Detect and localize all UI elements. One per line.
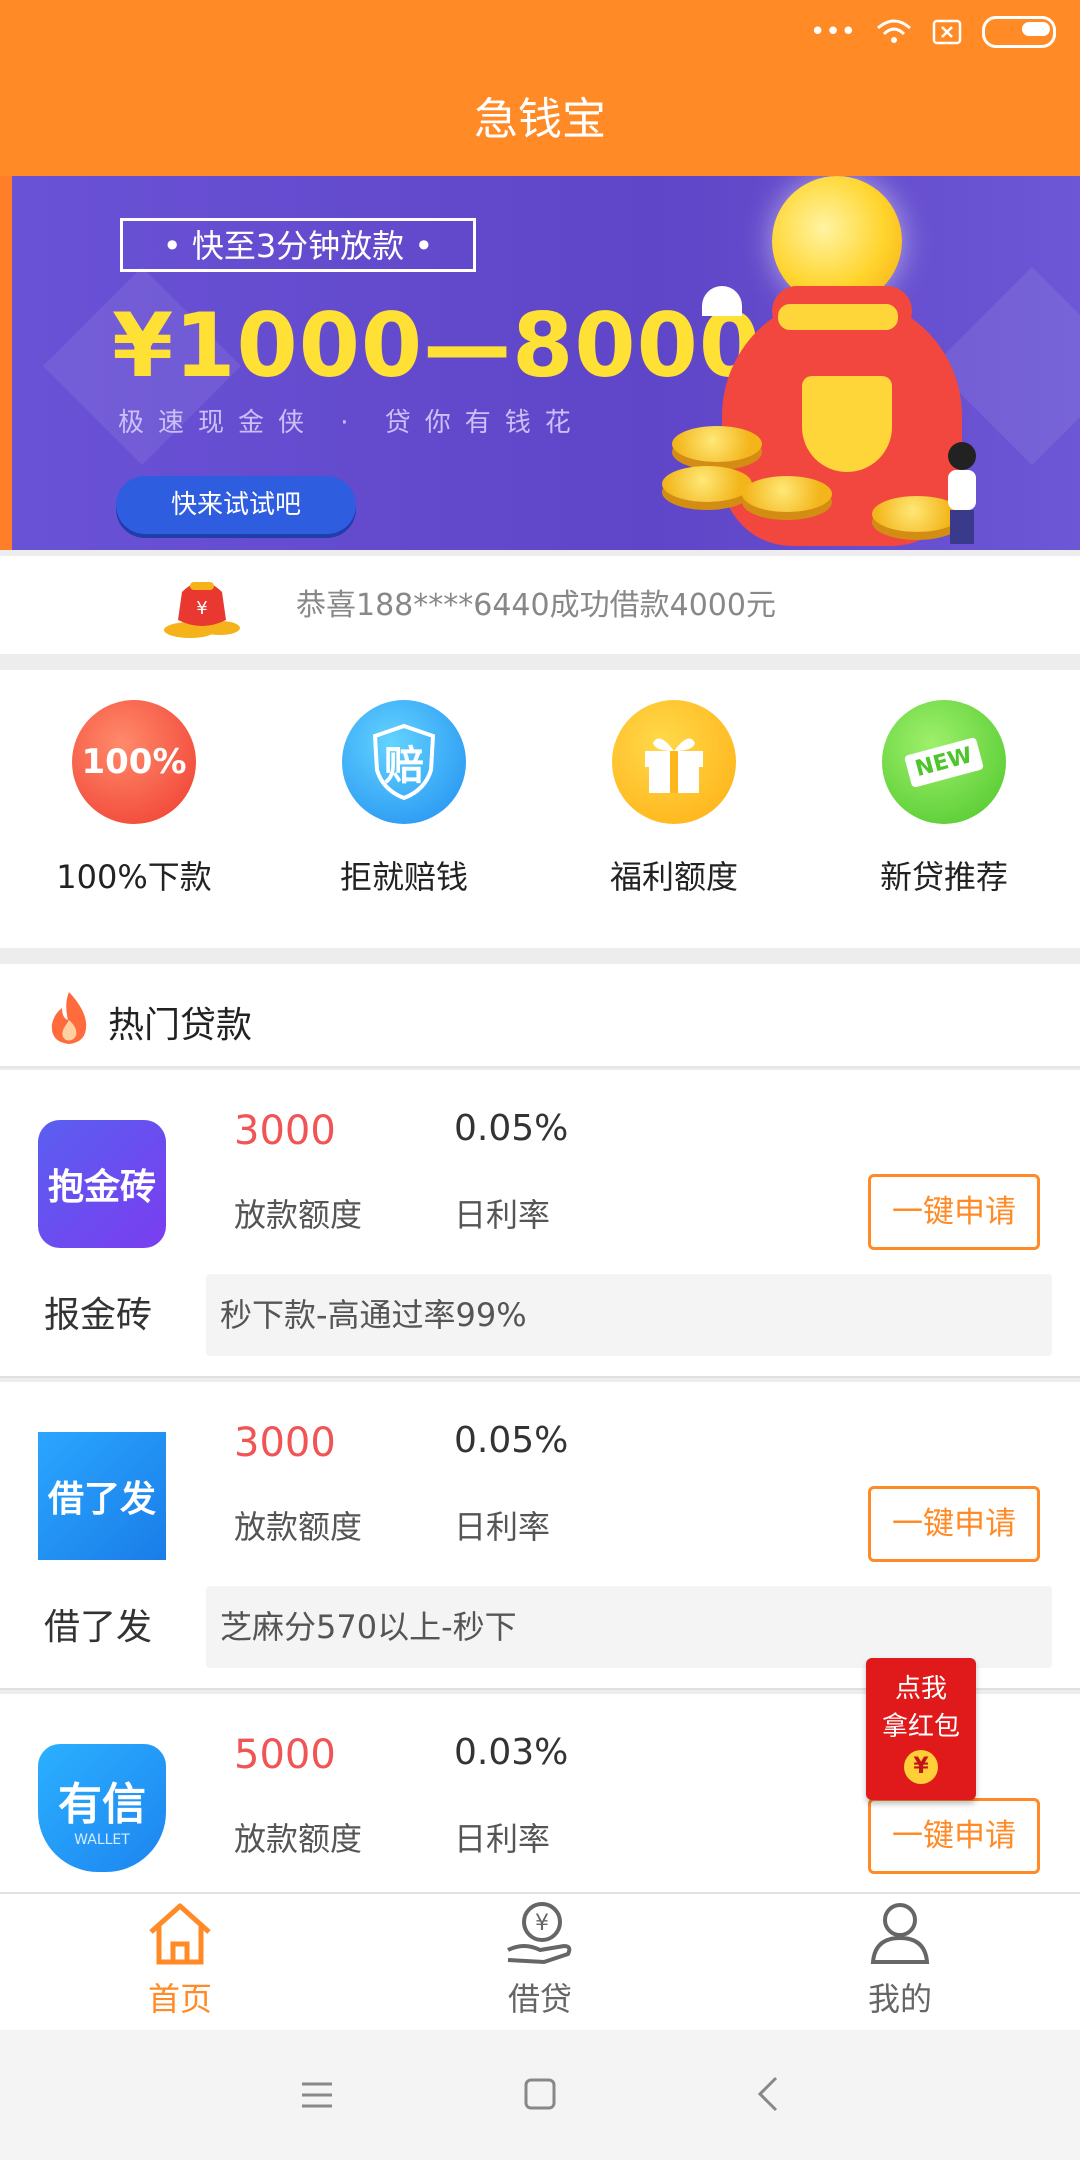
person-illustration [948,442,976,544]
coin-stack [672,426,762,462]
wifi-icon [877,19,911,43]
percent-icon: 100% [72,700,196,824]
gift-icon [612,700,736,824]
feature-compensation[interactable]: 赔 拒就赔钱 [304,700,504,898]
loan-amount: 3000 [234,1420,336,1466]
loan-rate: 0.05% [454,1420,569,1461]
status-bar: ••• [810,10,1056,54]
feature-100-percent[interactable]: 100% 100%下款 [34,700,234,898]
loan-description: 芝麻分570以上-秒下 [206,1586,1052,1668]
battery-icon [982,16,1056,48]
home-icon [149,1903,211,1965]
back-icon[interactable] [756,2076,780,2112]
loan-amount-label: 放款额度 [234,1820,363,1858]
loan-amount-label: 放款额度 [234,1196,363,1234]
loan-icon: ¥ [507,1902,572,1965]
loan-name: 报金砖 [44,1295,153,1336]
banner-image[interactable]: • 快至3分钟放款 • ¥1000—8000 极速现金侠 · 贷你有钱花 快来试… [12,176,1080,550]
nav-mine[interactable]: 我的 [800,1900,1000,2020]
coin-stack [662,466,752,502]
money-bag-icon: ¥ [164,582,240,638]
banner-tagline: • 快至3分钟放款 • [120,218,476,272]
red-packet-line1: 点我 [894,1674,947,1704]
loan-rate: 0.05% [454,1108,569,1149]
red-packet-button[interactable]: 点我拿红包 ¥ [866,1658,976,1800]
loan-description: 秒下款-高通过率99% [206,1274,1052,1356]
loan-rate: 0.03% [454,1732,569,1773]
loan-rate-label: 日利率 [454,1508,551,1546]
flame-icon [51,992,87,1044]
sim-icon [932,19,962,45]
menu-icon[interactable] [300,2080,334,2110]
banner-amount: ¥1000—8000 [112,294,762,397]
page-title: 急钱宝 [474,94,606,145]
shield-icon: 赔 [342,700,466,824]
banner-edge [0,176,12,550]
feature-label: 新贷推荐 [879,858,1008,896]
banner-cta-button[interactable]: 快来试试吧 [116,476,356,534]
loan-amount: 3000 [234,1108,336,1154]
gift-shape [645,738,703,793]
hot-section-title: 热门贷款 [108,1005,253,1046]
loan-rate-label: 日利率 [454,1820,551,1858]
loan-logo-text: 有信 [58,1779,146,1830]
coin-stack [742,476,832,512]
loan-logo-subtext: WALLET [74,1832,130,1848]
apply-button[interactable]: 一键申请 [868,1174,1040,1250]
loan-amount: 5000 [234,1732,336,1778]
parachute-icon [702,286,742,316]
feature-label: 拒就赔钱 [339,858,468,896]
loan-logo: 有信 WALLET [38,1744,166,1872]
red-packet-line2: 拿红包 [881,1712,960,1742]
banner[interactable]: • 快至3分钟放款 • ¥1000—8000 极速现金侠 · 贷你有钱花 快来试… [0,176,1080,550]
feature-label: 福利额度 [609,858,738,896]
nav-label: 借贷 [507,1980,572,2018]
percent-icon-text: 100% [81,742,187,782]
loan-logo: 借了发 [38,1432,166,1560]
nav-home[interactable]: 首页 [80,1900,280,2020]
loan-logo-text: 借了发 [47,1479,156,1520]
feature-label: 100%下款 [56,858,212,896]
feature-new-loans[interactable]: NEW 新贷推荐 [844,700,1044,898]
lock-icon [802,376,892,472]
nav-loan[interactable]: ¥ 借贷 [440,1900,640,2020]
nav-label: 首页 [147,1980,212,2018]
apply-button[interactable]: 一键申请 [868,1798,1040,1874]
user-icon [870,1903,930,1964]
new-tag-icon: NEW [882,700,1006,824]
new-tag-text: NEW [904,736,984,788]
loan-name: 借了发 [44,1607,153,1648]
svg-text:¥: ¥ [535,1911,549,1936]
notice-text: 恭喜188****6440成功借款4000元 [296,588,776,623]
more-icon: ••• [809,17,856,47]
nav-label: 我的 [867,1980,932,2018]
loan-rate-label: 日利率 [454,1196,551,1234]
yen-coin-icon: ¥ [904,1750,938,1784]
banner-slogan: 极速现金侠 · 贷你有钱花 [118,408,585,438]
loan-amount-label: 放款额度 [234,1508,363,1546]
loan-logo-text: 抱金砖 [47,1167,156,1208]
loan-logo: 抱金砖 [38,1120,166,1248]
apply-button[interactable]: 一键申请 [868,1486,1040,1562]
svg-text:¥: ¥ [196,598,207,619]
shield-icon-text: 赔 [384,743,424,789]
home-button-icon[interactable] [524,2078,556,2110]
money-bag-tie [778,304,898,330]
feature-welfare[interactable]: 福利额度 [574,700,774,898]
